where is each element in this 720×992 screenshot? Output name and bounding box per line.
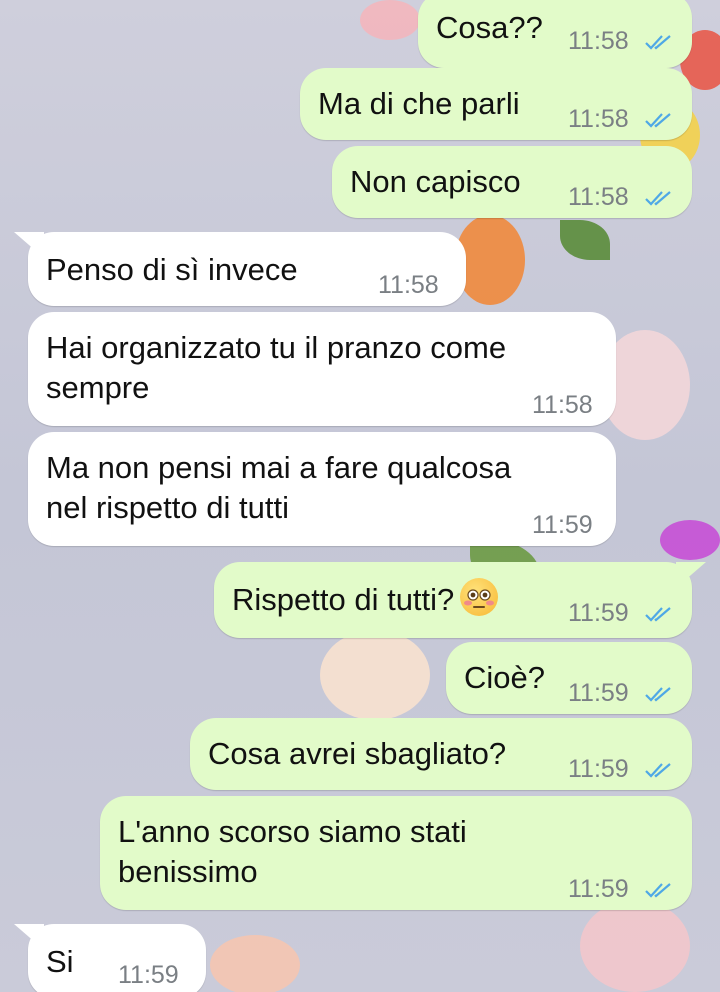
message-text-line: Hai organizzato tu il pranzo come: [46, 330, 507, 365]
message-meta: 11:59: [568, 674, 674, 713]
bubble-tail: [14, 924, 44, 950]
message-time: 11:58: [378, 271, 439, 299]
message-bubble-incoming[interactable]: Penso di sì invece 11:58: [14, 232, 466, 306]
message-time: 11:58: [568, 183, 629, 211]
message-text-line: nel rispetto di tutti: [46, 490, 289, 525]
message-text: Si: [46, 944, 74, 979]
message-text: Non capisco: [350, 164, 521, 199]
flushed-face-emoji: [460, 578, 499, 616]
message-text-line: benissimo: [118, 854, 258, 889]
message-time: 11:59: [118, 961, 179, 989]
read-double-tick-icon: [644, 763, 671, 778]
message-time: 11:59: [568, 755, 629, 783]
message-text-content: Rispetto di tutti?: [232, 582, 455, 617]
message-time: 11:58: [568, 105, 629, 133]
message-meta: 11:59: [568, 750, 674, 789]
message-meta: 11:58: [568, 22, 674, 61]
message-time: 11:58: [568, 27, 629, 55]
read-double-tick-icon: [644, 687, 671, 702]
read-double-tick-icon: [644, 191, 671, 206]
message-text: Rispetto di tutti?: [232, 578, 499, 619]
message-text: Penso di sì invece: [46, 252, 298, 287]
message-time: 11:58: [532, 391, 593, 419]
message-time: 11:59: [532, 511, 593, 539]
message-bubble-outgoing[interactable]: Cioè? 11:59: [446, 642, 692, 714]
message-bubble-outgoing[interactable]: Non capisco 11:58: [332, 146, 692, 218]
message-text-line: sempre: [46, 370, 150, 405]
message-text-line: Ma non pensi mai a fare qualcosa: [46, 450, 512, 485]
message-bubble-incoming[interactable]: Hai organizzato tu il pranzo come sempre…: [28, 312, 616, 426]
message-meta: 11:59: [568, 594, 674, 633]
message-meta: 11:58: [568, 100, 674, 139]
message-bubble-outgoing[interactable]: Rispetto di tutti? 11:59: [214, 562, 706, 638]
message-bubble-incoming[interactable]: Si 11:59: [14, 924, 206, 992]
read-double-tick-icon: [644, 883, 671, 898]
message-text: Cioè?: [464, 660, 545, 695]
message-text: Ma di che parli: [318, 86, 520, 121]
bubble-tail: [676, 562, 706, 588]
read-double-tick-icon: [644, 113, 671, 128]
message-bubble-incoming[interactable]: Ma non pensi mai a fare qualcosa nel ris…: [28, 432, 616, 546]
message-bubble-outgoing[interactable]: Ma di che parli 11:58: [300, 68, 692, 140]
bubble-tail: [14, 232, 44, 258]
message-time: 11:59: [568, 679, 629, 707]
read-double-tick-icon: [644, 607, 671, 622]
message-text-line: L'anno scorso siamo stati: [118, 814, 467, 849]
message-meta: 11:58: [568, 178, 674, 217]
message-time: 11:59: [568, 875, 629, 903]
read-double-tick-icon: [644, 35, 671, 50]
message-bubble-outgoing[interactable]: Cosa?? 11:58: [418, 0, 692, 68]
message-time: 11:59: [568, 599, 629, 627]
message-text: Cosa avrei sbagliato?: [208, 736, 507, 771]
message-bubble-outgoing[interactable]: Cosa avrei sbagliato? 11:59: [190, 718, 692, 790]
message-meta: 11:59: [568, 870, 674, 909]
message-bubble-outgoing[interactable]: L'anno scorso siamo stati benissimo 11:5…: [100, 796, 692, 910]
message-text: Cosa??: [436, 10, 543, 45]
